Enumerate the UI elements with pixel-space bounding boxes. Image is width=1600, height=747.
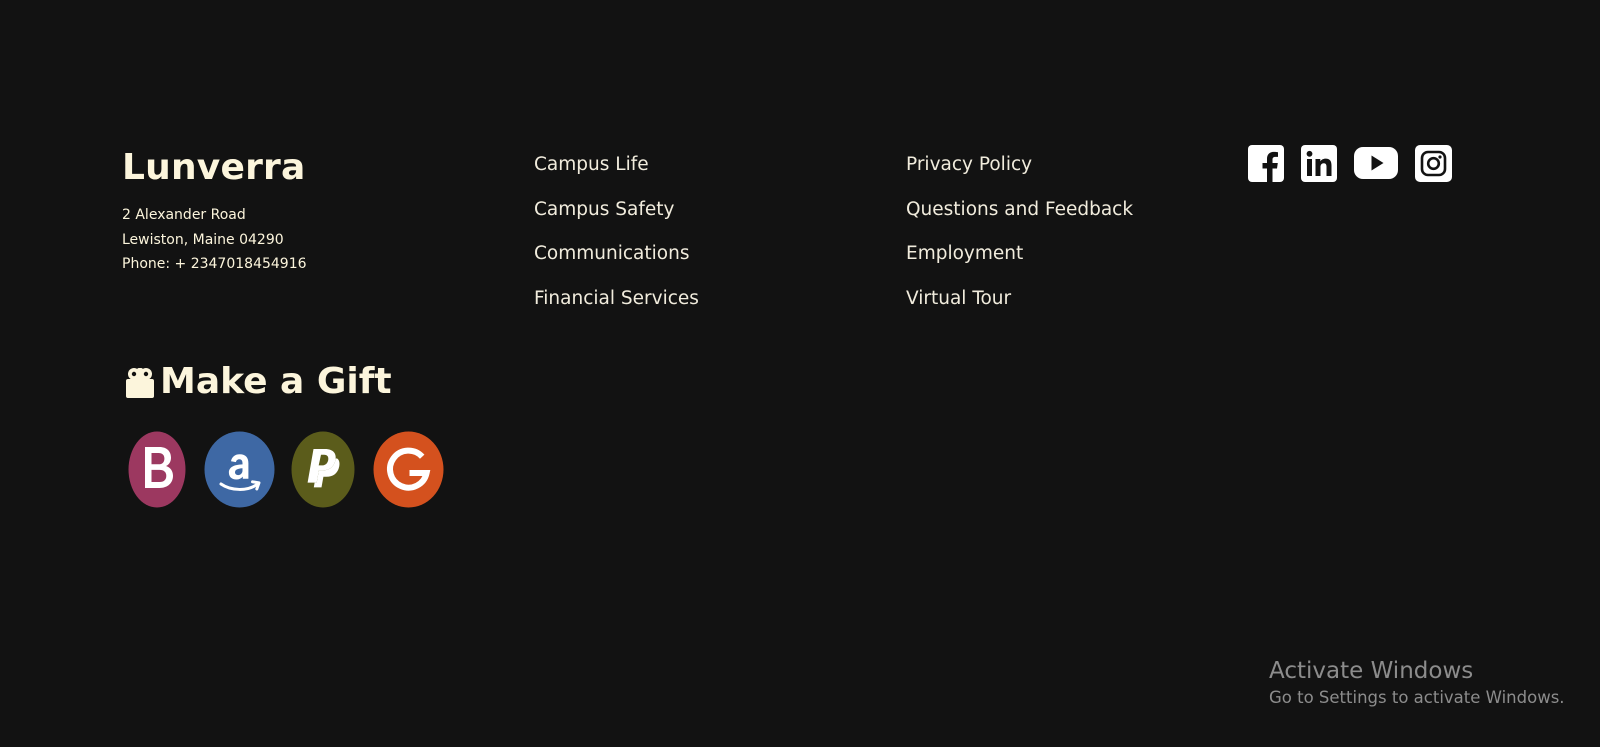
activate-windows-watermark: Activate Windows Go to Settings to activ… <box>1269 656 1565 710</box>
gift-icon <box>126 368 154 398</box>
link-virtual-tour[interactable]: Virtual Tour <box>906 284 1133 329</box>
link-campus-safety[interactable]: Campus Safety <box>534 195 699 240</box>
make-a-gift-heading: Make a Gift <box>124 358 392 406</box>
social-links <box>1248 144 1469 182</box>
link-privacy-policy[interactable]: Privacy Policy <box>906 150 1133 195</box>
phone-number: Phone: + 2347018454916 <box>122 256 307 272</box>
link-financial-services[interactable]: Financial Services <box>534 284 699 329</box>
watermark-subtitle: Go to Settings to activate Windows. <box>1269 688 1565 707</box>
amazon-icon[interactable] <box>204 431 275 508</box>
address-line-2: Lewiston, Maine 04290 <box>122 231 284 248</box>
brand-name: Lunverra <box>122 147 306 188</box>
google-icon[interactable] <box>373 431 444 508</box>
link-questions-feedback[interactable]: Questions and Feedback <box>906 195 1133 240</box>
youtube-icon[interactable] <box>1354 147 1398 179</box>
footer-links-primary: Campus Life Campus Safety Communications… <box>534 150 699 328</box>
watermark-title: Activate Windows <box>1269 658 1474 684</box>
gift-title: Make a Gift <box>160 361 392 402</box>
paypal-icon[interactable] <box>291 431 355 508</box>
linkedin-icon[interactable] <box>1301 144 1337 182</box>
address-line-1: 2 Alexander Road <box>122 207 246 223</box>
link-campus-life[interactable]: Campus Life <box>534 150 699 195</box>
link-employment[interactable]: Employment <box>906 239 1133 284</box>
instagram-icon[interactable] <box>1415 144 1452 182</box>
footer-links-secondary: Privacy Policy Questions and Feedback Em… <box>906 150 1133 328</box>
facebook-icon[interactable] <box>1248 144 1284 182</box>
link-communications[interactable]: Communications <box>534 239 699 284</box>
address-block: 2 Alexander Road Lewiston, Maine 04290 P… <box>122 203 307 277</box>
b-icon[interactable] <box>128 431 186 508</box>
